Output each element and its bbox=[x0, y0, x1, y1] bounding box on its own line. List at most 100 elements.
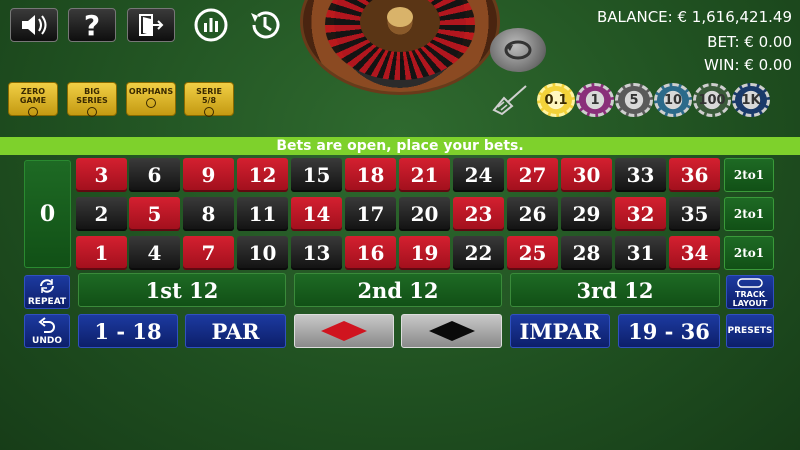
serie-5-8-button[interactable]: SERIE 5/8 bbox=[184, 82, 234, 117]
column-bet-top[interactable]: 2to1 bbox=[724, 158, 774, 192]
zero-game-button[interactable]: ZERO GAME bbox=[8, 82, 58, 117]
number-cell[interactable]: 17 bbox=[345, 197, 396, 231]
number-cell[interactable]: 14 bbox=[291, 197, 342, 231]
dozen-1st[interactable]: 1st 12 bbox=[78, 273, 286, 307]
bet-display: BET: € 0.00 bbox=[707, 33, 792, 51]
number-cell[interactable]: 19 bbox=[399, 236, 450, 270]
odd-bet[interactable]: IMPAR bbox=[510, 314, 610, 348]
number-cell[interactable]: 35 bbox=[669, 197, 720, 231]
number-cell[interactable]: 6 bbox=[129, 158, 180, 192]
track-label-2: LAYOUT bbox=[732, 299, 768, 308]
balance-label: BALANCE: bbox=[596, 8, 673, 26]
win-value: € 0.00 bbox=[744, 56, 792, 74]
number-cell[interactable]: 26 bbox=[507, 197, 558, 231]
number-cell[interactable]: 34 bbox=[669, 236, 720, 270]
number-cell[interactable]: 20 bbox=[399, 197, 450, 231]
orphans-button[interactable]: ORPHANS bbox=[126, 82, 176, 116]
red-diamond-icon bbox=[321, 321, 367, 341]
red-bet[interactable] bbox=[294, 314, 394, 348]
number-cell[interactable]: 4 bbox=[129, 236, 180, 270]
balance-value: € 1,616,421.49 bbox=[677, 8, 792, 26]
undo-icon bbox=[38, 317, 55, 333]
number-cell[interactable]: 16 bbox=[345, 236, 396, 270]
history-button[interactable] bbox=[246, 6, 284, 44]
chip-1K[interactable]: 1K bbox=[732, 83, 770, 117]
chip-10[interactable]: 10 bbox=[654, 83, 692, 117]
stats-button[interactable] bbox=[192, 6, 230, 44]
number-cell[interactable]: 11 bbox=[237, 197, 288, 231]
serie-label-1: SERIE bbox=[196, 87, 222, 96]
history-icon bbox=[251, 11, 280, 39]
race-bet-dot-icon bbox=[146, 98, 156, 108]
zero-cell[interactable]: 0 bbox=[24, 160, 71, 268]
black-diamond-icon bbox=[428, 321, 475, 341]
wheel-hub bbox=[387, 7, 413, 27]
speaker-icon bbox=[22, 15, 47, 35]
big-series-label-1: BIG bbox=[84, 87, 100, 96]
number-cell[interactable]: 33 bbox=[615, 158, 666, 192]
number-cell[interactable]: 28 bbox=[561, 236, 612, 270]
help-button[interactable]: ? bbox=[68, 8, 116, 42]
number-cell[interactable]: 13 bbox=[291, 236, 342, 270]
number-cell[interactable]: 25 bbox=[507, 236, 558, 270]
dozen-3rd[interactable]: 3rd 12 bbox=[510, 273, 720, 307]
track-label-1: TRACK bbox=[735, 290, 765, 299]
racetrack-icon bbox=[737, 278, 763, 288]
number-cell[interactable]: 30 bbox=[561, 158, 612, 192]
number-cell[interactable]: 23 bbox=[453, 197, 504, 231]
win-display: WIN: € 0.00 bbox=[704, 56, 792, 74]
spin-icon bbox=[504, 40, 532, 60]
number-cell[interactable]: 3 bbox=[76, 158, 127, 192]
number-cell[interactable]: 24 bbox=[453, 158, 504, 192]
orphans-label: ORPHANS bbox=[128, 87, 174, 96]
number-cell[interactable]: 9 bbox=[183, 158, 234, 192]
number-cell[interactable]: 12 bbox=[237, 158, 288, 192]
number-cell[interactable]: 15 bbox=[291, 158, 342, 192]
repeat-label: REPEAT bbox=[27, 297, 67, 307]
balance-display: BALANCE: € 1,616,421.49 bbox=[597, 8, 792, 26]
number-cell[interactable]: 5 bbox=[129, 197, 180, 231]
dozen-2nd[interactable]: 2nd 12 bbox=[294, 273, 502, 307]
number-cell[interactable]: 32 bbox=[615, 197, 666, 231]
exit-button[interactable] bbox=[127, 8, 175, 42]
exit-door-icon bbox=[139, 14, 164, 36]
column-bet-bottom[interactable]: 2to1 bbox=[724, 236, 774, 270]
race-bet-dot-icon bbox=[28, 107, 38, 117]
chip-100[interactable]: 100 bbox=[693, 83, 731, 117]
number-cell[interactable]: 22 bbox=[453, 236, 504, 270]
presets-button[interactable]: PRESETS bbox=[726, 314, 774, 348]
bet-label: BET: bbox=[707, 33, 740, 51]
low-bet[interactable]: 1 - 18 bbox=[78, 314, 178, 348]
number-cell[interactable]: 29 bbox=[561, 197, 612, 231]
high-bet[interactable]: 19 - 36 bbox=[618, 314, 720, 348]
number-cell[interactable]: 21 bbox=[399, 158, 450, 192]
number-cell[interactable]: 7 bbox=[183, 236, 234, 270]
chip-1[interactable]: 1 bbox=[576, 83, 614, 117]
zero-game-label-2: GAME bbox=[19, 96, 47, 105]
zero-game-label-1: ZERO bbox=[20, 87, 46, 96]
broom-icon bbox=[492, 85, 527, 116]
question-icon: ? bbox=[83, 8, 101, 42]
sound-button[interactable] bbox=[10, 8, 58, 42]
number-cell[interactable]: 18 bbox=[345, 158, 396, 192]
number-cell[interactable]: 36 bbox=[669, 158, 720, 192]
black-bet[interactable] bbox=[401, 314, 502, 348]
number-cell[interactable]: 27 bbox=[507, 158, 558, 192]
chip-0.1[interactable]: 0.1 bbox=[537, 83, 575, 117]
even-bet[interactable]: PAR bbox=[185, 314, 286, 348]
big-series-button[interactable]: BIG SERIES bbox=[67, 82, 117, 117]
number-cell[interactable]: 2 bbox=[76, 197, 127, 231]
repeat-button[interactable]: REPEAT bbox=[24, 275, 70, 309]
column-bet-middle[interactable]: 2to1 bbox=[724, 197, 774, 231]
track-layout-button[interactable]: TRACK LAYOUT bbox=[726, 275, 774, 309]
chip-5[interactable]: 5 bbox=[615, 83, 653, 117]
race-bet-dot-icon bbox=[204, 107, 214, 117]
number-cell[interactable]: 10 bbox=[237, 236, 288, 270]
undo-button[interactable]: UNDO bbox=[24, 314, 70, 348]
clear-bets-button[interactable] bbox=[490, 82, 530, 116]
spin-button[interactable] bbox=[490, 28, 546, 72]
big-series-label-2: SERIES bbox=[76, 96, 108, 105]
number-cell[interactable]: 1 bbox=[76, 236, 127, 270]
number-cell[interactable]: 31 bbox=[615, 236, 666, 270]
number-cell[interactable]: 8 bbox=[183, 197, 234, 231]
